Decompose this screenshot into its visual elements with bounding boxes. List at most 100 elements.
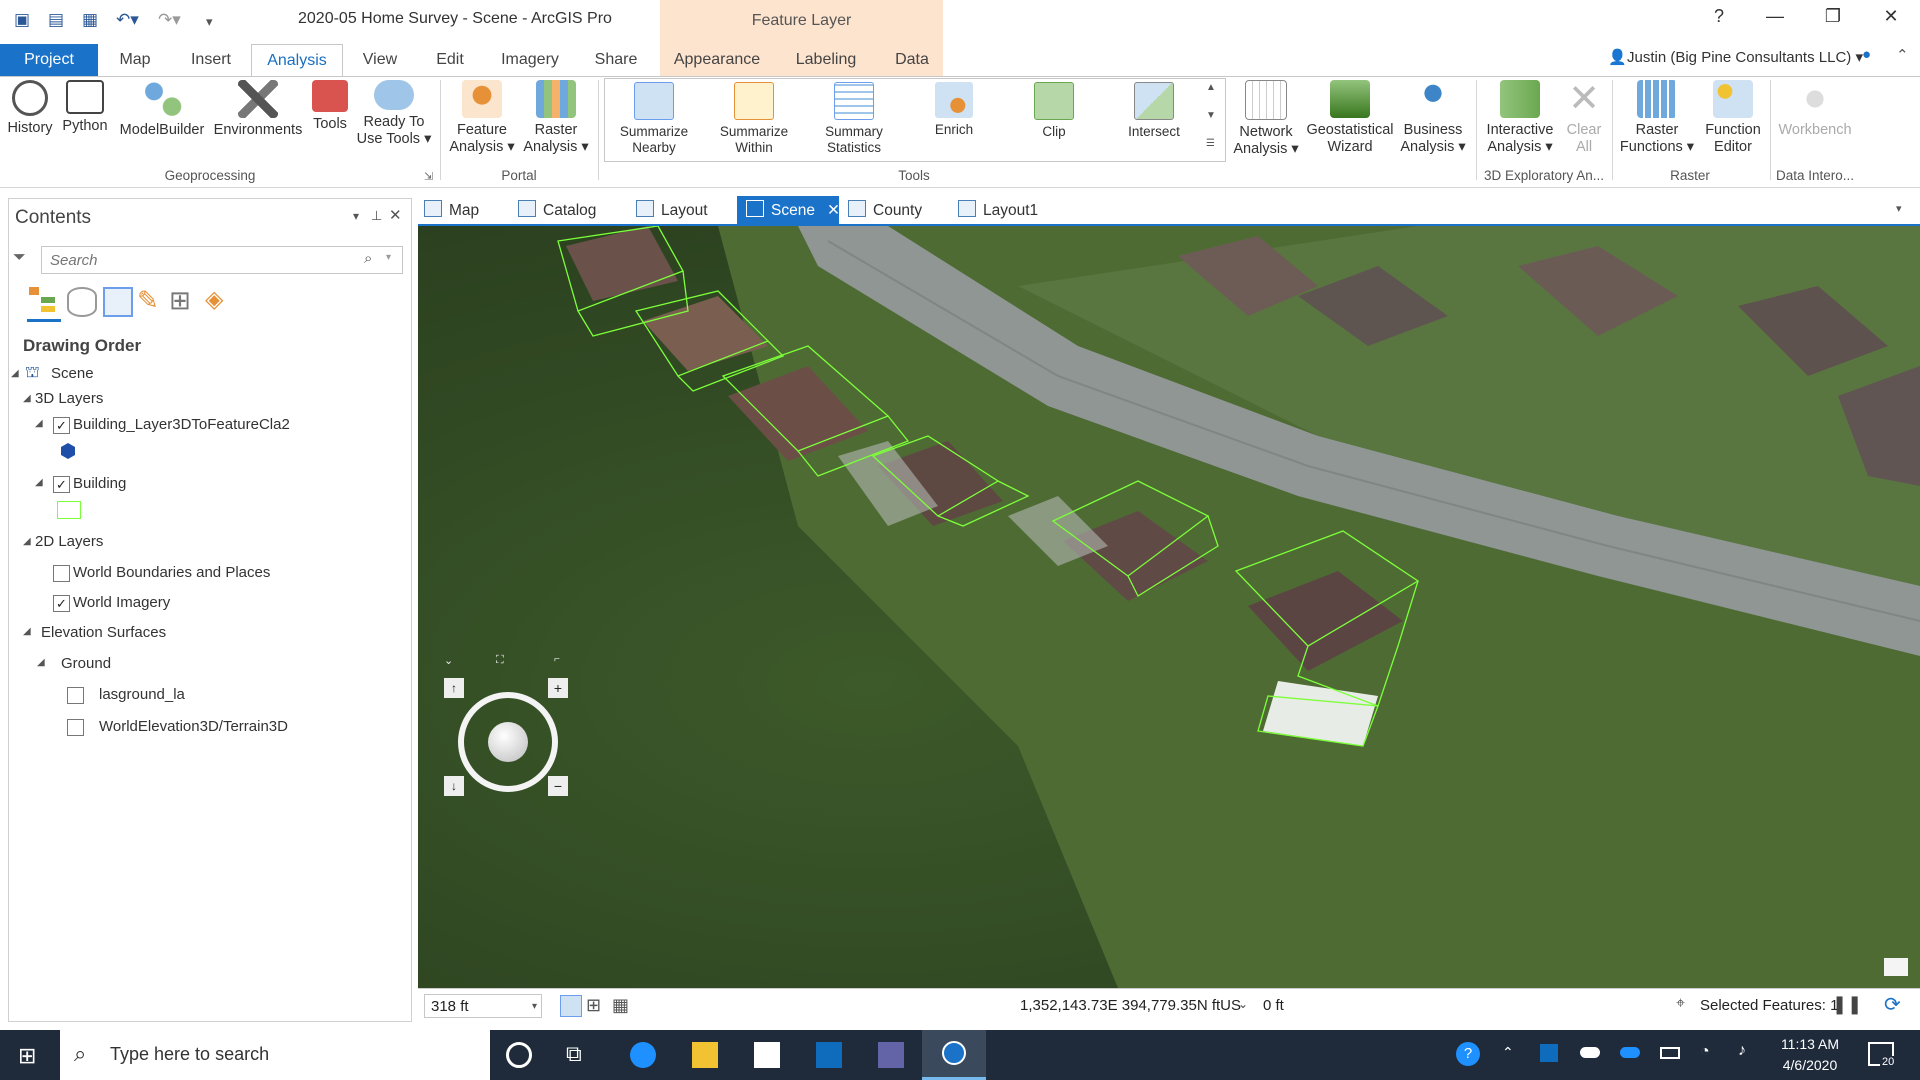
expand-layer-icon[interactable]: ◢ (35, 477, 43, 488)
undo-icon[interactable]: ↶▾ (116, 10, 139, 30)
pin-icon[interactable]: ⊥ (371, 208, 382, 224)
tab-project[interactable]: Project (0, 44, 98, 76)
collapse-ribbon-icon[interactable]: ⌃ (1896, 46, 1909, 64)
onedrive-personal-icon[interactable] (1580, 1047, 1600, 1058)
environments-button[interactable]: Environments (212, 80, 304, 139)
expand-3d-layers-icon[interactable]: ◢ (23, 393, 31, 404)
coordinate-format-dropdown-icon[interactable]: ⌄ (1238, 997, 1248, 1011)
tree-ground[interactable]: Ground (61, 655, 111, 672)
pause-drawing-icon[interactable]: ❚❚ (1832, 994, 1862, 1015)
restore-button[interactable]: ❐ (1818, 6, 1848, 27)
surface-visibility-checkbox[interactable] (67, 719, 84, 736)
list-by-labeling-icon[interactable]: ◈ (205, 285, 223, 314)
list-by-editing-icon[interactable]: ✎ (137, 285, 159, 316)
tilt-down-icon[interactable]: ↓ (444, 776, 464, 796)
enrich-button[interactable]: Enrich (906, 82, 1002, 138)
list-by-snapping-icon[interactable]: ⊞ (169, 285, 191, 316)
close-window-button[interactable]: ✕ (1876, 6, 1906, 27)
close-tab-icon[interactable]: ✕ (827, 202, 840, 219)
tools-button[interactable]: Tools (308, 80, 352, 133)
layer-visibility-checkbox[interactable] (53, 565, 70, 582)
search-field[interactable]: ⌕ ▾ (41, 246, 403, 274)
cortana-icon[interactable] (506, 1042, 532, 1068)
workbench-button[interactable]: Workbench (1774, 80, 1856, 139)
tab-view-catalog[interactable]: Catalog (518, 200, 596, 220)
python-button[interactable]: Python (60, 80, 110, 135)
windows-start-icon[interactable]: ⊞ (18, 1043, 36, 1069)
snapping-icon[interactable] (560, 995, 582, 1017)
taskbar-clock-date[interactable]: 4/6/2020 (1770, 1057, 1850, 1073)
user-account[interactable]: Justin (Big Pine Consultants LLC) ▾ (1627, 48, 1863, 66)
intersect-button[interactable]: Intersect (1106, 82, 1202, 140)
scale-dropdown-icon[interactable]: ▾ (532, 995, 537, 1019)
list-by-selection-icon[interactable] (103, 287, 133, 317)
tree-layer-world-boundaries[interactable]: World Boundaries and Places (73, 564, 270, 581)
function-editor-button[interactable]: Function Editor (1700, 80, 1766, 156)
arcgis-pro-taskbar-button[interactable] (922, 1030, 986, 1080)
scale-selector[interactable]: 318 ft ▾ (424, 994, 542, 1018)
teams-icon[interactable] (878, 1042, 904, 1068)
tilt-up-icon[interactable]: ↑ (444, 678, 464, 698)
tab-view-layout1[interactable]: Layout1 (958, 200, 1038, 220)
selected-features-count[interactable]: Selected Features: 1 (1700, 997, 1838, 1014)
clip-button[interactable]: Clip (1006, 82, 1102, 140)
open-project-icon[interactable]: ▤ (48, 10, 64, 30)
tab-data[interactable]: Data (884, 44, 940, 76)
tab-share[interactable]: Share (584, 44, 648, 76)
tree-surface-terrain[interactable]: WorldElevation3D/Terrain3D (99, 718, 288, 735)
save-icon[interactable]: ▦ (82, 10, 98, 30)
tab-appearance[interactable]: Appearance (668, 44, 766, 76)
tab-list-dropdown-icon[interactable]: ▾ (1896, 202, 1902, 215)
help-assist-icon[interactable]: ? (1456, 1042, 1480, 1066)
clear-all-button[interactable]: ✕ Clear All (1560, 80, 1608, 156)
constraints-icon[interactable]: ▦ (612, 995, 629, 1016)
pane-options-icon[interactable]: ▾ (353, 209, 359, 223)
zoom-in-icon[interactable]: + (548, 678, 568, 698)
tab-view-scene[interactable]: Scene ✕ (746, 200, 840, 220)
tab-view-map[interactable]: Map (424, 200, 479, 220)
gallery-expand-icon[interactable]: ☰ (1206, 138, 1215, 149)
tree-3d-layers[interactable]: 3D Layers (35, 390, 103, 407)
tree-layer-world-imagery[interactable]: World Imagery (73, 594, 170, 611)
summary-statistics-button[interactable]: Summary Statistics (806, 82, 902, 156)
taskbar-search-box[interactable]: ⌕ Type here to search (60, 1030, 490, 1080)
modelbuilder-button[interactable]: ModelBuilder (114, 80, 210, 139)
tab-imagery[interactable]: Imagery (490, 44, 570, 76)
minimize-button[interactable]: — (1760, 6, 1790, 27)
tree-surface-lasground[interactable]: lasground_la (99, 686, 185, 703)
expand-2d-layers-icon[interactable]: ◢ (23, 536, 31, 547)
dialog-launcher-icon[interactable]: ⇲ (424, 170, 433, 183)
summarize-within-button[interactable]: Summarize Within (706, 82, 802, 156)
volume-icon[interactable]: ♪ (1738, 1042, 1746, 1060)
ready-to-use-tools-button[interactable]: Ready To Use Tools ▾ (354, 80, 434, 148)
search-icon[interactable]: ⌕ (364, 250, 372, 267)
business-analysis-button[interactable]: Business Analysis ▾ (1398, 80, 1468, 156)
tab-analysis[interactable]: Analysis (251, 44, 343, 77)
tree-layer-building[interactable]: Building (73, 475, 126, 492)
expand-layer-icon[interactable]: ◢ (35, 418, 43, 429)
layer-visibility-checkbox[interactable]: ✓ (53, 595, 70, 612)
notes-icon[interactable] (1884, 958, 1908, 976)
navigator-collapse-icon[interactable]: ⌄ (444, 654, 453, 667)
refresh-icon[interactable]: ⟳ (1884, 992, 1901, 1017)
search-input[interactable] (48, 251, 352, 270)
customize-quick-access-icon[interactable]: ▾ (206, 14, 213, 30)
tree-layer-building-3d[interactable]: Building_Layer3DToFeatureCla2 (73, 416, 290, 433)
tree-2d-layers[interactable]: 2D Layers (35, 533, 103, 550)
tab-labeling[interactable]: Labeling (784, 44, 868, 76)
network-analysis-button[interactable]: Network Analysis ▾ (1228, 80, 1304, 158)
tab-insert[interactable]: Insert (180, 44, 242, 76)
scene-view[interactable]: ⌄ ⛶ ⌐ ↑ + ↓ − (418, 226, 1920, 988)
navigator[interactable]: ⌄ ⛶ ⌐ ↑ + ↓ − (444, 654, 568, 796)
zoom-out-icon[interactable]: − (548, 776, 568, 796)
history-button[interactable]: History (4, 80, 56, 137)
list-by-drawing-order-icon[interactable] (29, 287, 57, 313)
expand-scene-icon[interactable]: ◢ (11, 368, 19, 379)
file-explorer-icon[interactable] (692, 1042, 718, 1068)
onedrive-business-icon[interactable] (1620, 1047, 1640, 1058)
multipatch-symbol-icon[interactable] (61, 443, 75, 459)
new-project-icon[interactable]: ▣ (14, 10, 30, 30)
store-icon[interactable] (754, 1042, 780, 1068)
tab-view[interactable]: View (348, 44, 412, 76)
close-pane-icon[interactable]: ✕ (389, 206, 402, 224)
